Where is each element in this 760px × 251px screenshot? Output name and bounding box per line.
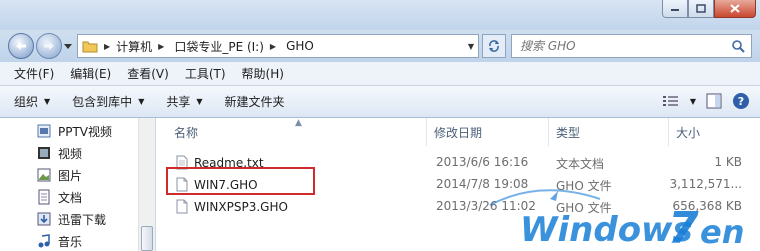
address-row: ▶ 计算机 ▶ 口袋专业_PE (I:) ▶ GHO ▼: [0, 30, 760, 62]
picture-icon: [37, 168, 51, 182]
column-divider[interactable]: [426, 118, 427, 146]
minimize-icon: [671, 8, 679, 11]
column-header-size[interactable]: 大小: [676, 118, 700, 146]
menu-bar: 文件(F) 编辑(E) 查看(V) 工具(T) 帮助(H): [0, 62, 760, 86]
view-options-icon[interactable]: [662, 94, 680, 108]
command-bar: 组织 ▼ 包含到库中 ▼ 共享 ▼ 新建文件夹 ▼ ?: [0, 86, 760, 118]
document-icon: [38, 189, 50, 205]
recent-pages-dropdown-icon[interactable]: [64, 42, 72, 50]
breadcrumb-separator-icon[interactable]: ▶: [270, 42, 276, 51]
svg-text:en: en: [700, 213, 744, 251]
view-dropdown-icon[interactable]: ▼: [690, 97, 696, 106]
download-icon: [37, 212, 51, 226]
view-controls: ▼ ?: [662, 92, 750, 110]
file-modified: 2013/6/6 16:16: [436, 155, 529, 169]
file-icon: [176, 199, 188, 214]
highlight-box: [166, 167, 315, 195]
new-folder-button[interactable]: 新建文件夹: [225, 93, 285, 110]
arrow-right-icon: [44, 42, 54, 50]
scrollbar-thumb[interactable]: [141, 226, 153, 251]
back-button[interactable]: [8, 33, 34, 59]
menu-help[interactable]: 帮助(H): [234, 65, 292, 82]
video-library-icon: [37, 124, 51, 138]
sidebar-item-pictures[interactable]: 图片: [36, 164, 82, 186]
dropdown-arrow-icon: ▼: [196, 97, 203, 106]
svg-text:7: 7: [668, 203, 699, 251]
maximize-button[interactable]: [688, 0, 714, 18]
menu-tools[interactable]: 工具(T): [177, 65, 234, 82]
breadcrumb-separator-icon[interactable]: ▶: [104, 42, 110, 51]
breadcrumb-drive[interactable]: 口袋专业_PE (I:) ▶: [174, 38, 276, 55]
file-name: WINXPSP3.GHO: [194, 199, 288, 214]
preview-pane-icon[interactable]: [706, 93, 722, 109]
column-header-name[interactable]: 名称: [174, 118, 198, 146]
column-header-modified[interactable]: 修改日期: [434, 118, 482, 146]
address-bar[interactable]: ▶ 计算机 ▶ 口袋专业_PE (I:) ▶ GHO ▼: [77, 34, 479, 58]
close-button[interactable]: [714, 0, 756, 18]
sidebar-item-music[interactable]: 音乐: [36, 230, 82, 251]
breadcrumb-separator-icon[interactable]: ▶: [158, 42, 164, 51]
close-icon: [730, 4, 740, 13]
file-type: 文本文档: [556, 157, 605, 171]
search-input[interactable]: [520, 39, 720, 53]
sidebar-scrollbar[interactable]: [138, 118, 155, 251]
folder-icon: [82, 41, 98, 53]
column-header-type[interactable]: 类型: [556, 118, 580, 146]
refresh-icon: [489, 40, 499, 52]
include-in-library-button[interactable]: 包含到库中 ▼: [72, 93, 144, 110]
arrow-left-icon: [16, 42, 26, 50]
organize-button[interactable]: 组织 ▼: [14, 93, 50, 110]
address-dropdown-icon[interactable]: ▼: [468, 42, 474, 51]
search-icon[interactable]: [731, 39, 745, 53]
maximize-icon: [696, 4, 706, 13]
column-divider[interactable]: [668, 118, 669, 146]
breadcrumb-gho[interactable]: GHO: [286, 39, 314, 53]
watermark-logo: Windows 7 en: [489, 189, 744, 251]
menu-view[interactable]: 查看(V): [119, 65, 177, 82]
caption-buttons: [662, 0, 756, 18]
breadcrumb-computer[interactable]: 计算机 ▶: [116, 38, 164, 55]
menu-file[interactable]: 文件(F): [6, 65, 62, 82]
forward-button[interactable]: [36, 33, 62, 59]
refresh-button[interactable]: [482, 34, 506, 58]
sidebar-item-videos[interactable]: 视频: [36, 142, 82, 164]
sidebar-item-thunder-downloads[interactable]: 迅雷下载: [36, 208, 106, 230]
sidebar-item-pptv[interactable]: PPTV视频: [36, 120, 112, 142]
search-box[interactable]: [511, 34, 752, 58]
column-divider[interactable]: [548, 118, 549, 146]
navigation-pane: PPTV视频 视频 图片 文档 迅雷下载 音乐: [0, 118, 155, 251]
menu-edit[interactable]: 编辑(E): [62, 65, 119, 82]
file-size: 1 KB: [714, 155, 742, 169]
svg-text:Windows: Windows: [520, 210, 693, 250]
film-icon: [38, 147, 50, 159]
sidebar-item-documents[interactable]: 文档: [36, 186, 82, 208]
music-icon: [38, 234, 50, 248]
dropdown-arrow-icon: ▼: [44, 97, 51, 106]
svg-text:?: ?: [738, 95, 744, 108]
dropdown-arrow-icon: ▼: [138, 97, 145, 106]
help-icon[interactable]: ?: [732, 92, 750, 110]
share-button[interactable]: 共享 ▼: [166, 93, 202, 110]
title-bar: [0, 0, 760, 30]
minimize-button[interactable]: [662, 0, 688, 18]
sort-ascending-icon: ▲: [295, 118, 302, 128]
